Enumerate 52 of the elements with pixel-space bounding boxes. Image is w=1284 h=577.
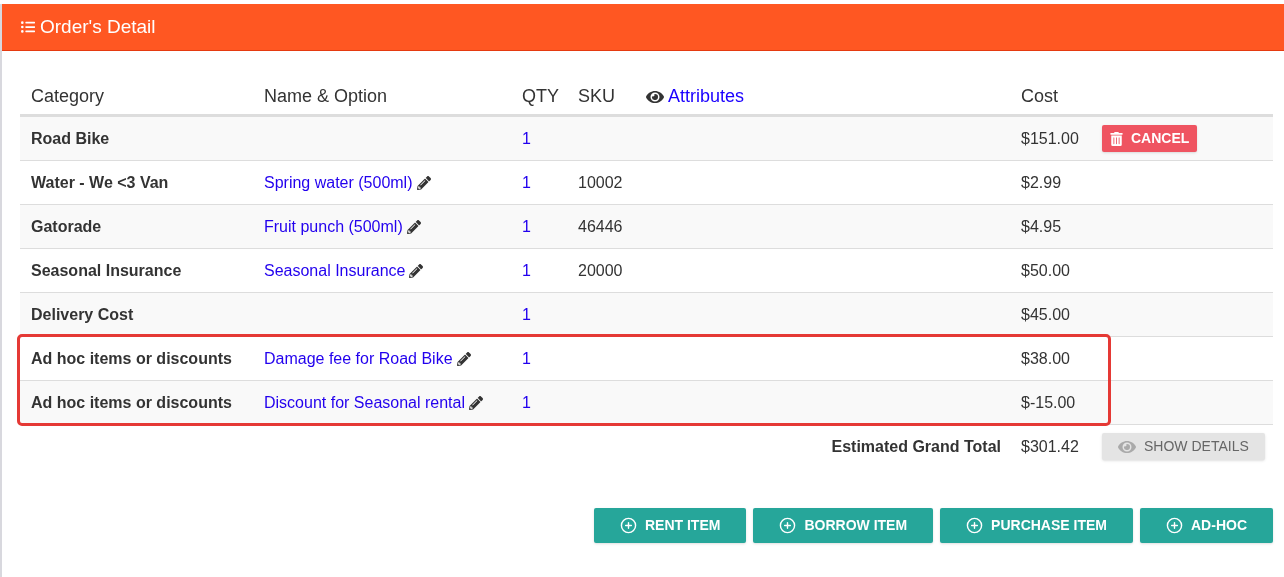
plus-circle-icon [620, 517, 637, 534]
qty-cell-text: 1 [522, 304, 532, 325]
plus-circle-icon [1166, 517, 1183, 534]
sku-cell: 10002 [578, 173, 623, 191]
cost-cell-text: $2.99 [1021, 172, 1063, 193]
qty-cell-text: 1 [522, 216, 532, 237]
column-header: Category [31, 85, 106, 108]
total-value: $301.42 [1021, 436, 1080, 457]
cost-cell-text: $50.00 [1021, 260, 1071, 281]
cost-cell-text: $38.00 [1021, 348, 1071, 369]
plus-circle-icon [779, 517, 797, 534]
qty-cell-text: 1 [522, 172, 532, 193]
attributes-link[interactable]: Attributes [646, 83, 1021, 110]
qty-cell-text: 1 [522, 392, 532, 413]
total-label: Estimated Grand Total [831, 436, 1001, 457]
eye-icon [1118, 438, 1136, 455]
qty-cell-text: 1 [522, 348, 532, 369]
sku-cell: 20000 [578, 261, 623, 279]
qty-cell-text: 1 [522, 128, 532, 149]
pencil-icon[interactable] [456, 351, 471, 366]
qty-cell-text: 1 [522, 260, 532, 281]
plus-circle-icon [966, 517, 984, 534]
cost-cell-text: $-15.00 [1021, 392, 1077, 413]
pencil-icon[interactable] [416, 175, 431, 190]
list-icon [20, 20, 36, 34]
item-link[interactable]: Seasonal Insurance [264, 258, 406, 283]
category-cell-text: Water - We <3 Van [31, 172, 170, 193]
cost-cell-text: $45.00 [1021, 304, 1071, 325]
category-cell-text: Gatorade [31, 216, 103, 237]
item-link[interactable]: Spring water (500ml) [264, 170, 413, 195]
category-cell-text: Seasonal Insurance [31, 260, 183, 281]
column-header: SKU [578, 85, 616, 108]
pencil-icon[interactable] [406, 219, 421, 234]
category-cell-text: Delivery Cost [31, 304, 135, 325]
column-header: QTY [522, 85, 560, 108]
item-link[interactable]: Discount for Seasonal rental [264, 390, 465, 415]
panel-title: Order's Detail [40, 14, 156, 39]
show-details-button[interactable]: SHOW DETAILS [1102, 433, 1265, 460]
sku-cell: 46446 [578, 217, 623, 235]
trash-icon [1110, 131, 1123, 146]
column-header: Name & Option [264, 85, 389, 108]
column-header: Cost [1021, 85, 1059, 108]
item-link[interactable]: Fruit punch (500ml) [264, 214, 403, 239]
cost-cell-text: $151.00 [1021, 128, 1080, 149]
category-cell-text: Ad hoc items or discounts [31, 348, 233, 369]
eye-icon [646, 88, 664, 105]
cost-cell-text: $4.95 [1021, 216, 1063, 237]
pencil-icon[interactable] [409, 263, 424, 278]
item-link[interactable]: Damage fee for Road Bike [264, 346, 453, 371]
category-cell-text: Road Bike [31, 128, 111, 149]
category-cell-text: Ad hoc items or discounts [31, 392, 233, 413]
pencil-icon[interactable] [469, 395, 483, 410]
